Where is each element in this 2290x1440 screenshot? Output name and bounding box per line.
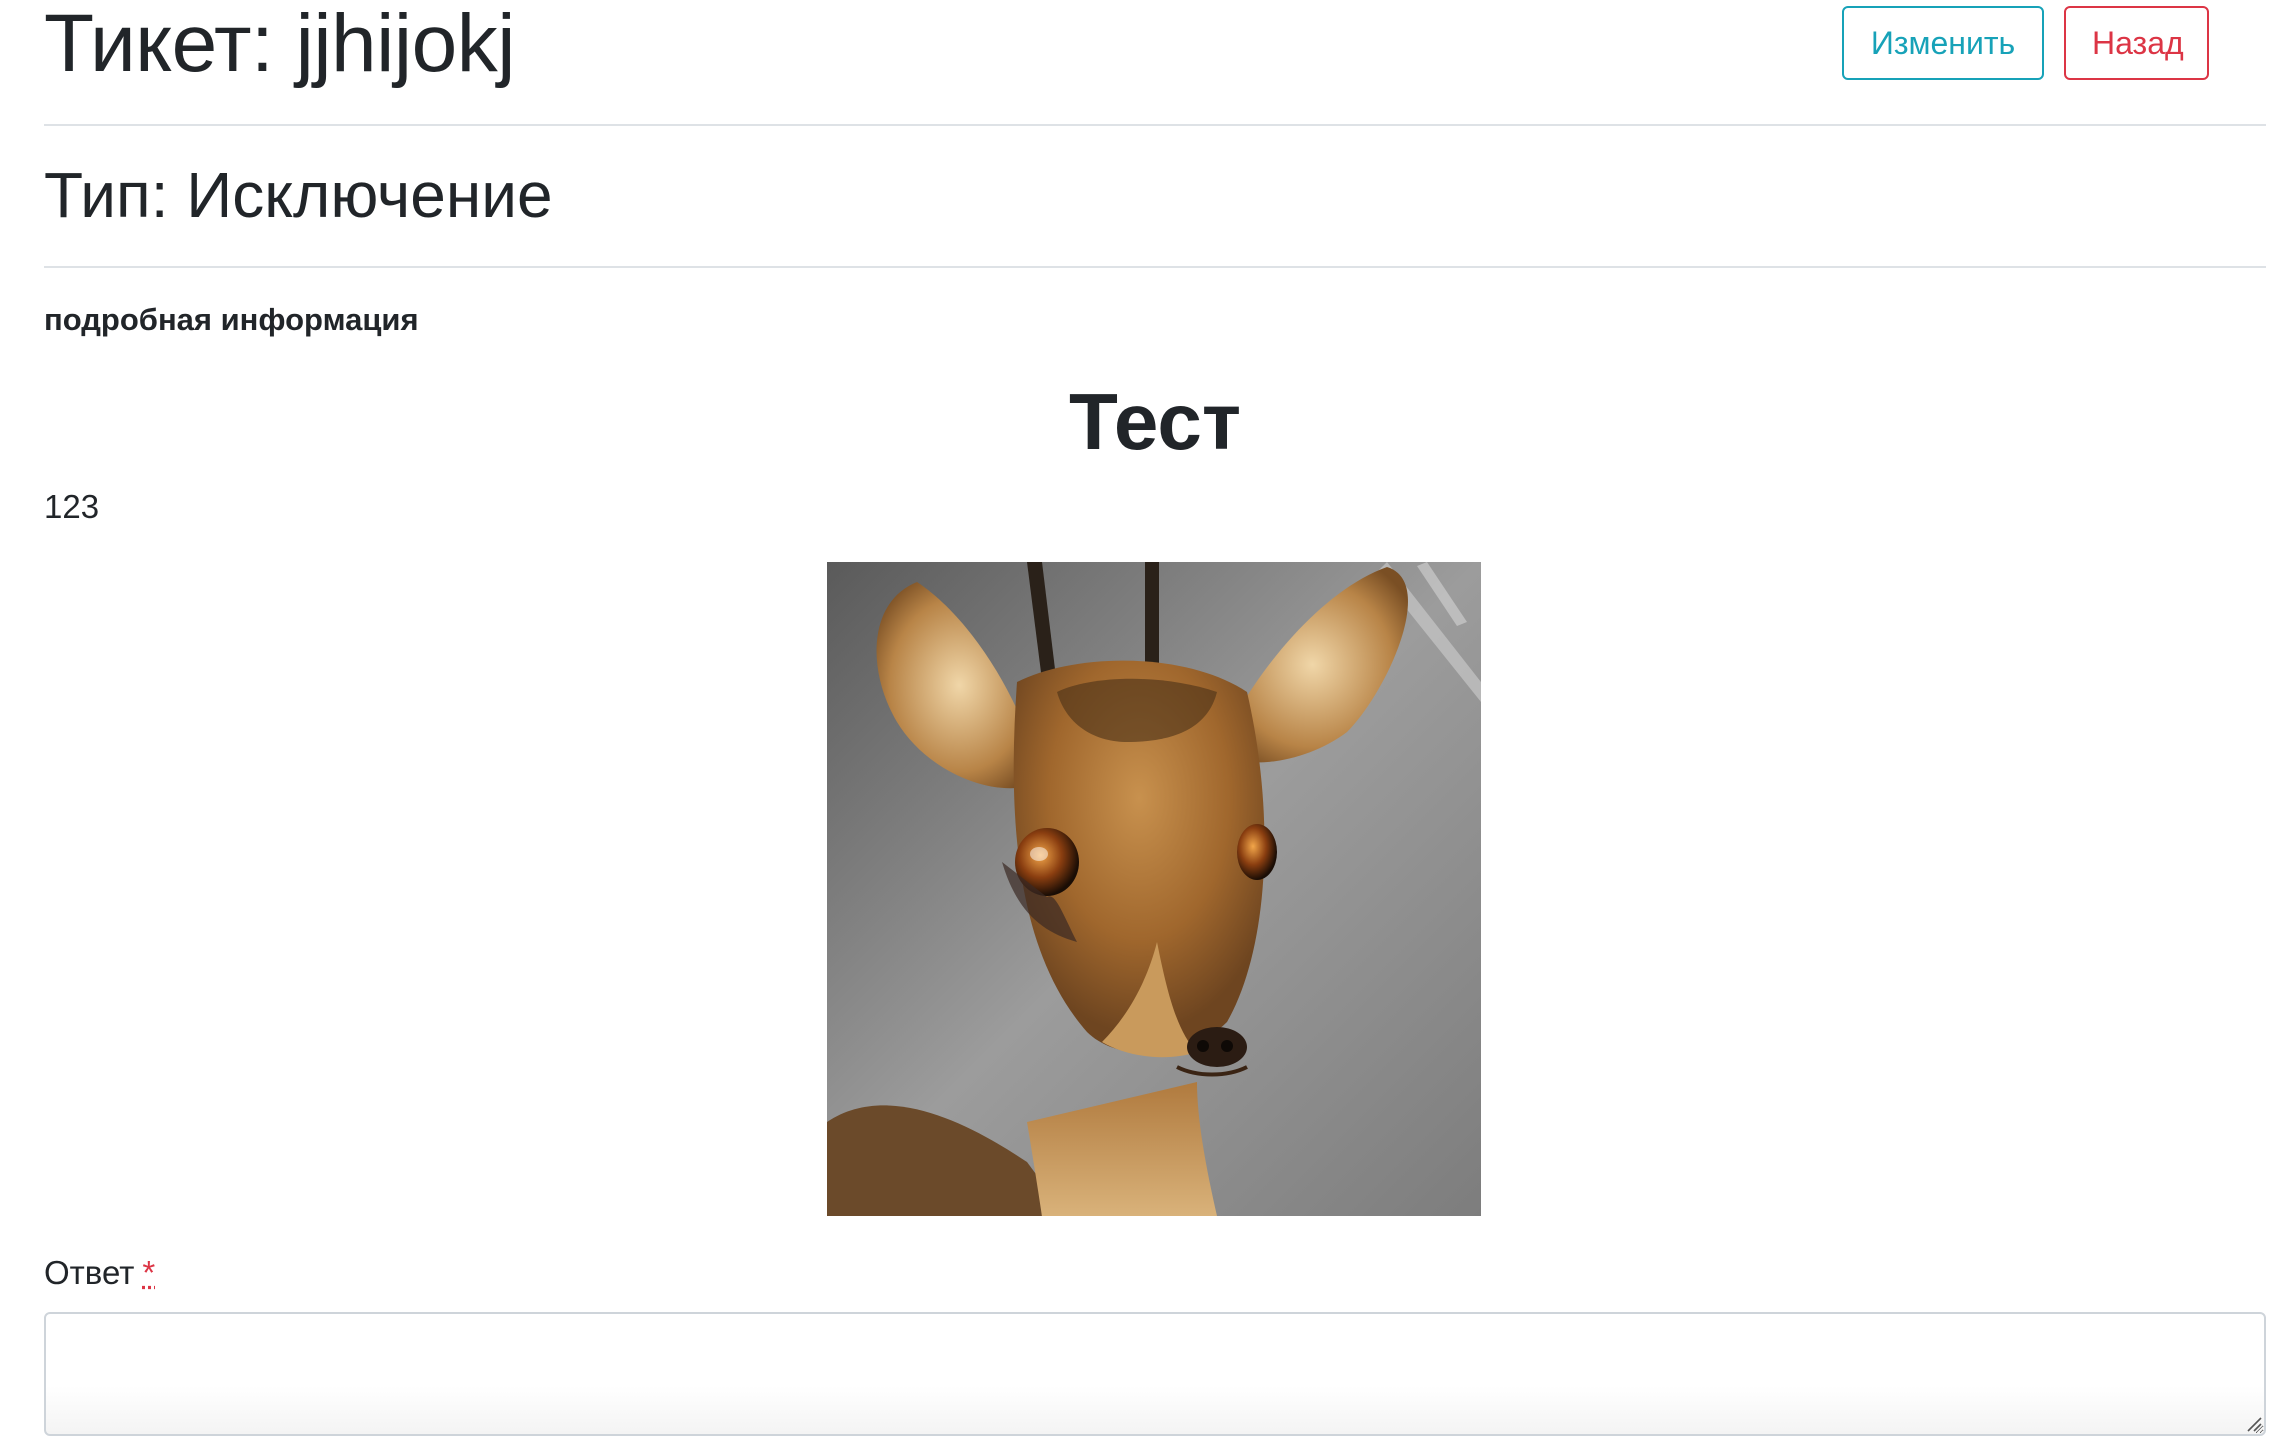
ticket-page: Тикет: jjhijokj Изменить Назад Тип: Искл… [0, 0, 2290, 1440]
required-marker: * [142, 1254, 156, 1291]
ticket-title-prefix: Тикет: [44, 0, 274, 89]
ticket-type: Тип: Исключение [44, 159, 553, 231]
details-label: подробная информация [44, 302, 419, 337]
answer-label-text: Ответ [44, 1254, 135, 1291]
header-divider [44, 124, 2266, 126]
content-heading: Тест [1069, 377, 1241, 466]
edit-button[interactable]: Изменить [1842, 6, 2044, 80]
resize-grip-icon[interactable] [2246, 1416, 2262, 1432]
back-button[interactable]: Назад [2064, 6, 2209, 80]
type-divider [44, 266, 2266, 268]
antelope-photo [827, 562, 1481, 1216]
ticket-title: Тикет: jjhijokj [44, 0, 515, 94]
answer-label: Ответ * [44, 1250, 155, 1296]
content-text: 123 [44, 488, 100, 525]
answer-textarea[interactable] [44, 1312, 2266, 1436]
ticket-title-value: jjhijokj [295, 0, 516, 89]
